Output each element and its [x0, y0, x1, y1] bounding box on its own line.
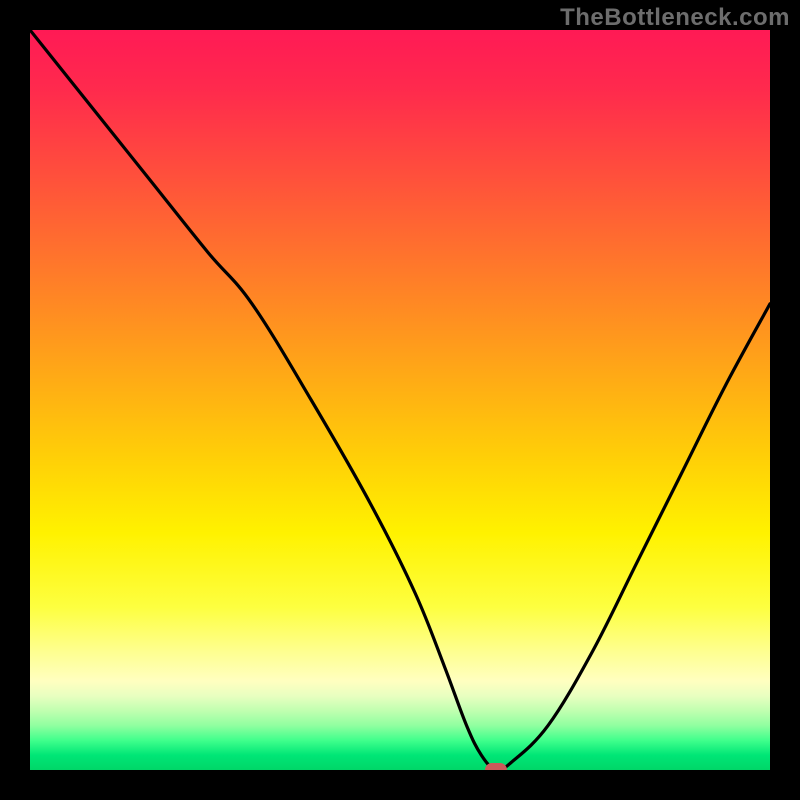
bottleneck-curve [30, 30, 770, 770]
chart-frame: TheBottleneck.com [0, 0, 800, 800]
watermark-label: TheBottleneck.com [560, 4, 790, 32]
optimal-marker [485, 763, 507, 770]
curve-layer [30, 30, 770, 770]
plot-area [30, 30, 770, 770]
